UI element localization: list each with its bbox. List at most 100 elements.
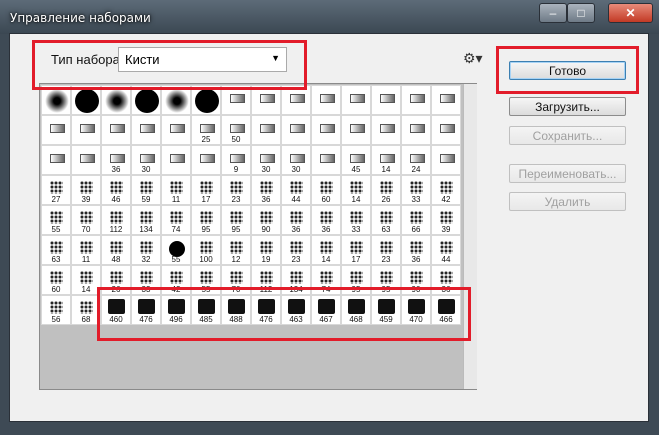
brush-preset-cell[interactable] (131, 115, 161, 145)
window-title: Управление наборами (10, 11, 151, 25)
brush-preset-cell[interactable]: 36 (251, 175, 281, 205)
brush-preset-cell[interactable]: 70 (71, 205, 101, 235)
delete-button[interactable]: Удалить (509, 192, 626, 211)
close-button[interactable]: ✕ (608, 3, 653, 23)
brush-preset-cell[interactable]: 63 (41, 235, 71, 265)
brush-tip-icon (230, 181, 243, 194)
brush-tip-icon (200, 124, 215, 133)
brush-preset-cell[interactable] (161, 145, 191, 175)
brush-preset-cell[interactable]: 32 (131, 235, 161, 265)
load-button[interactable]: Загрузить... (509, 97, 626, 116)
brush-preset-cell[interactable] (161, 115, 191, 145)
brush-preset-cell[interactable] (401, 115, 431, 145)
brush-preset-cell[interactable]: 36 (281, 205, 311, 235)
scrollbar[interactable] (463, 84, 477, 389)
brush-preset-cell[interactable]: 30 (281, 145, 311, 175)
brush-preset-cell[interactable]: 134 (131, 205, 161, 235)
brush-preset-cell[interactable] (371, 115, 401, 145)
brush-preset-cell[interactable]: 23 (221, 175, 251, 205)
brush-preset-cell[interactable]: 19 (251, 235, 281, 265)
brush-preset-cell[interactable]: 44 (431, 235, 461, 265)
brush-preset-cell[interactable] (311, 145, 341, 175)
brush-preset-cell[interactable] (371, 85, 401, 115)
brush-preset-cell[interactable]: 14 (341, 175, 371, 205)
brush-preset-cell[interactable] (281, 115, 311, 145)
brush-preset-cell[interactable] (191, 145, 221, 175)
brush-preset-cell[interactable] (311, 85, 341, 115)
brush-preset-cell[interactable]: 66 (401, 205, 431, 235)
brush-preset-cell[interactable]: 39 (71, 175, 101, 205)
brush-preset-cell[interactable]: 100 (191, 235, 221, 265)
brush-preset-cell[interactable]: 42 (431, 175, 461, 205)
brush-preset-cell[interactable] (41, 115, 71, 145)
brush-preset-cell[interactable]: 39 (431, 205, 461, 235)
brush-preset-cell[interactable] (101, 115, 131, 145)
brush-preset-cell[interactable]: 24 (401, 145, 431, 175)
rename-button[interactable]: Переименовать... (509, 164, 626, 183)
brush-preset-cell[interactable]: 14 (371, 145, 401, 175)
brush-tip-icon (290, 271, 303, 284)
minimize-button[interactable]: – (539, 3, 567, 23)
brush-preset-cell[interactable] (71, 145, 101, 175)
brush-preset-cell[interactable]: 44 (281, 175, 311, 205)
brush-preset-cell[interactable]: 30 (131, 145, 161, 175)
brush-preset-cell[interactable]: 45 (341, 145, 371, 175)
brush-preset-cell[interactable]: 60 (311, 175, 341, 205)
save-button[interactable]: Сохранить... (509, 126, 626, 145)
brush-preset-cell[interactable] (71, 115, 101, 145)
brush-preset-cell[interactable]: 27 (41, 175, 71, 205)
brush-tip-icon (350, 271, 363, 284)
brush-preset-cell[interactable] (341, 85, 371, 115)
brush-preset-cell[interactable]: 33 (341, 205, 371, 235)
brush-preset-cell[interactable]: 90 (251, 205, 281, 235)
brush-preset-cell[interactable] (341, 115, 371, 145)
brush-preset-cell[interactable]: 30 (251, 145, 281, 175)
brush-preset-cell[interactable]: 50 (221, 115, 251, 145)
brush-preset-cell[interactable]: 59 (131, 175, 161, 205)
brush-preset-cell[interactable]: 9 (221, 145, 251, 175)
brush-preset-cell[interactable]: 46 (101, 175, 131, 205)
maximize-button[interactable]: □ (567, 3, 595, 23)
brush-preset-cell[interactable]: 112 (101, 205, 131, 235)
brush-preset-cell[interactable] (311, 115, 341, 145)
brush-preset-cell[interactable]: 33 (401, 175, 431, 205)
brush-preset-cell[interactable] (431, 115, 461, 145)
brush-preset-cell[interactable] (401, 85, 431, 115)
brush-preset-cell[interactable]: 95 (221, 205, 251, 235)
brush-preset-cell[interactable]: 60 (41, 265, 71, 295)
brush-preset-cell[interactable]: 23 (371, 235, 401, 265)
brush-preset-cell[interactable] (251, 115, 281, 145)
brush-preset-cell[interactable]: 36 (311, 205, 341, 235)
brush-preset-cell[interactable]: 17 (191, 175, 221, 205)
brush-preset-cell[interactable]: 95 (191, 205, 221, 235)
brush-preset-cell[interactable]: 63 (371, 205, 401, 235)
brush-preset-cell[interactable] (41, 145, 71, 175)
brush-size-label: 36 (411, 255, 421, 264)
brush-preset-cell[interactable]: 74 (161, 205, 191, 235)
brush-preset-cell[interactable]: 36 (401, 235, 431, 265)
brush-preset-cell[interactable]: 11 (71, 235, 101, 265)
brush-preset-cell[interactable]: 25 (191, 115, 221, 145)
title-bar[interactable]: Управление наборами – □ ✕ (0, 0, 659, 34)
brush-tip-icon (50, 124, 65, 133)
brush-preset-cell[interactable]: 26 (371, 175, 401, 205)
brush-preset-cell[interactable]: 14 (311, 235, 341, 265)
brush-preset-cell[interactable]: 23 (281, 235, 311, 265)
brush-tip-icon (200, 211, 213, 224)
brush-preset-cell[interactable] (431, 145, 461, 175)
brush-preset-cell[interactable]: 55 (41, 205, 71, 235)
brush-tip-icon (410, 154, 425, 163)
brush-preset-cell[interactable]: 55 (161, 235, 191, 265)
brush-preset-cell[interactable]: 12 (221, 235, 251, 265)
brush-tip-icon (440, 241, 453, 254)
brush-preset-cell[interactable]: 11 (161, 175, 191, 205)
brush-preset-cell[interactable]: 48 (101, 235, 131, 265)
brush-preset-cell[interactable]: 17 (341, 235, 371, 265)
brush-tip-icon (320, 94, 335, 103)
brush-size-label: 60 (321, 195, 331, 204)
brush-preset-cell[interactable]: 36 (101, 145, 131, 175)
brush-preset-cell[interactable]: 56 (41, 295, 71, 325)
gear-icon[interactable]: ⚙▾ (463, 50, 483, 67)
brush-size-label: 59 (141, 195, 151, 204)
brush-preset-cell[interactable] (431, 85, 461, 115)
